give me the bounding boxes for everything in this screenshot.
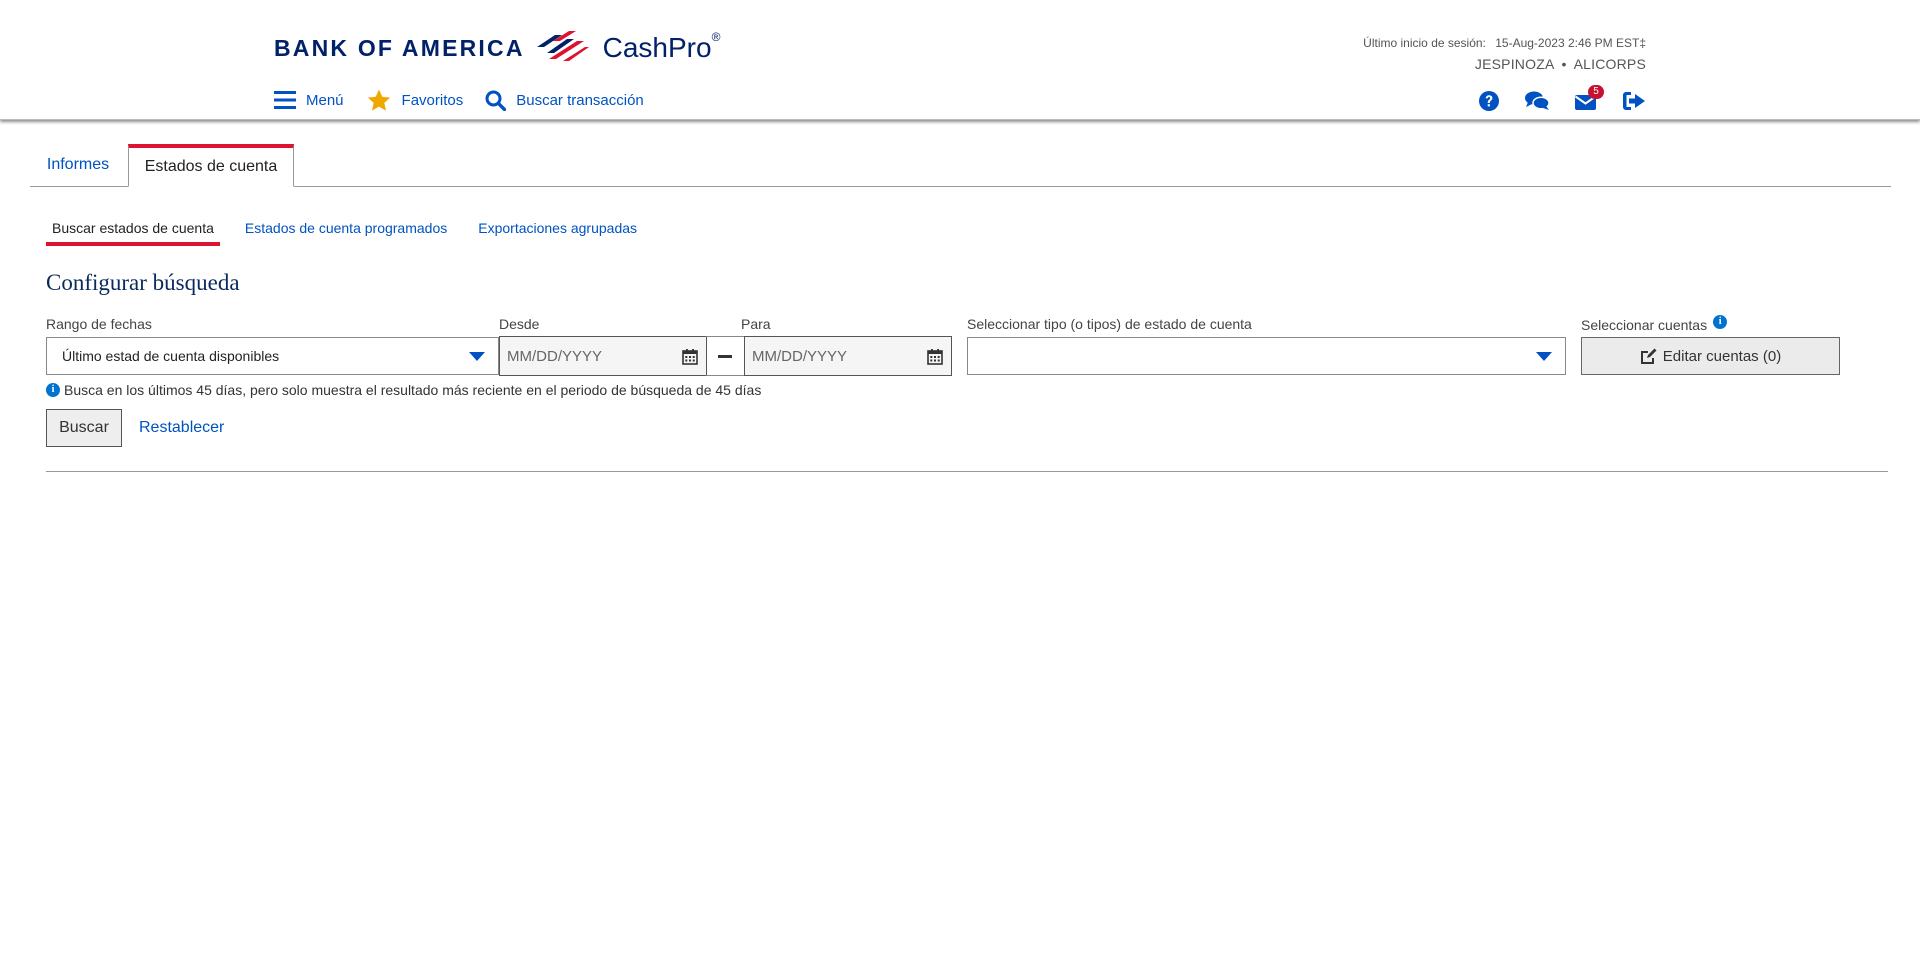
to-date-input[interactable]: MM/DD/YYYY — [744, 336, 952, 376]
tab-informes[interactable]: Informes — [30, 144, 126, 186]
accounts-label-group: Seleccionar cuentas i — [1581, 315, 1731, 333]
section-title: Configurar búsqueda — [46, 270, 240, 295]
date-range-separator — [706, 336, 744, 376]
edit-icon — [1640, 348, 1657, 365]
to-date-placeholder: MM/DD/YYYY — [752, 347, 848, 365]
user-separator: • — [1561, 56, 1567, 72]
search-button[interactable]: Buscar — [46, 409, 122, 447]
last-login: Último inicio de sesión: 15-Aug-2023 2:4… — [1363, 36, 1646, 50]
username: JESPINOZA — [1474, 56, 1555, 72]
date-range-label: Rango de fechas — [46, 316, 152, 332]
chat-bubbles-icon[interactable] — [1524, 90, 1550, 112]
search-transaction-label: Buscar transacción — [516, 91, 644, 109]
product-name: CashPro® — [602, 30, 721, 63]
mail-badge: 5 — [1588, 85, 1604, 99]
subtab-bulk-exports[interactable]: Exportaciones agrupadas — [472, 218, 643, 242]
edit-accounts-button[interactable]: Editar cuentas (0) — [1581, 337, 1840, 375]
from-date-placeholder: MM/DD/YYYY — [507, 347, 603, 365]
statement-type-select[interactable] — [967, 337, 1566, 375]
subtab-scheduled-statements[interactable]: Estados de cuenta programados — [239, 218, 453, 242]
brand-logo[interactable]: BANK OF AMERICA CashPro® — [274, 28, 720, 68]
to-date-label: Para — [741, 316, 771, 332]
calendar-icon[interactable] — [927, 348, 943, 369]
subtab-search-statements[interactable]: Buscar estados de cuenta — [46, 218, 220, 246]
caret-down-icon — [1536, 352, 1552, 361]
search-info-note: i Busca en los últimos 45 días, pero sol… — [46, 382, 761, 398]
date-range-select[interactable]: Último estad de cuenta disponibles — [46, 337, 499, 375]
app-header: BANK OF AMERICA CashPro® Menú Favoritos … — [0, 0, 1920, 120]
from-date-label: Desde — [499, 316, 540, 332]
search-icon — [485, 90, 507, 111]
company-name: ALICORPS — [1573, 56, 1646, 72]
favorites-label: Favoritos — [401, 91, 464, 109]
brand-name: BANK OF AMERICA — [274, 34, 525, 61]
user-info: JESPINOZA • ALICORPS — [1475, 56, 1646, 72]
info-icon: i — [46, 383, 60, 397]
flag-logo-icon — [533, 30, 589, 66]
search-transaction-button[interactable]: Buscar transacción — [485, 90, 644, 111]
sign-out-icon[interactable] — [1622, 90, 1646, 112]
caret-down-icon — [469, 352, 485, 361]
search-info-text: Busca en los últimos 45 días, pero solo … — [64, 382, 762, 398]
statement-type-label: Seleccionar tipo (o tipos) de estado de … — [967, 316, 1252, 332]
edit-accounts-label: Editar cuentas (0) — [1662, 347, 1782, 365]
accounts-label: Seleccionar cuentas — [1581, 317, 1708, 333]
star-icon — [366, 88, 392, 113]
favorites-button[interactable]: Favoritos — [366, 88, 464, 113]
last-login-value: 15-Aug-2023 2:46 PM EST‡ — [1495, 36, 1646, 50]
hamburger-icon — [274, 90, 296, 110]
sub-tabs: Buscar estados de cuenta Estados de cuen… — [46, 218, 662, 246]
main-tabs: Informes Estados de cuenta — [30, 144, 1891, 187]
menu-button[interactable]: Menú — [274, 90, 344, 110]
main-nav: Menú Favoritos Buscar transacción — [274, 86, 666, 114]
from-date-input[interactable]: MM/DD/YYYY — [499, 336, 707, 376]
tab-estados-de-cuenta[interactable]: Estados de cuenta — [128, 144, 294, 187]
section-divider — [46, 471, 1888, 472]
registered-mark: ® — [711, 30, 721, 44]
reset-link[interactable]: Restablecer — [139, 419, 224, 437]
header-actions: 5 — [1454, 85, 1646, 112]
calendar-icon[interactable] — [682, 348, 698, 369]
envelope-icon[interactable]: 5 — [1574, 85, 1604, 111]
info-icon[interactable]: i — [1713, 315, 1728, 329]
date-range-value: Último estad de cuenta disponibles — [62, 348, 280, 364]
menu-label: Menú — [306, 91, 344, 109]
last-login-label: Último inicio de sesión: — [1363, 36, 1486, 50]
question-circle-icon[interactable] — [1478, 90, 1500, 112]
